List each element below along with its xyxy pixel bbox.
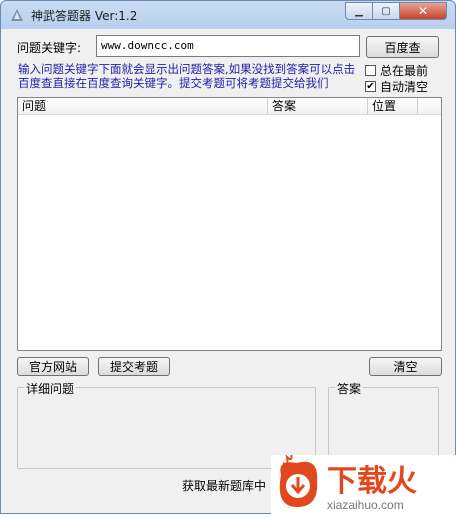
table-header: 问题 答案 位置 (18, 98, 441, 115)
official-site-button[interactable]: 官方网站 (17, 357, 89, 376)
auto-clear-checkbox[interactable]: ✔ 自动清空 (365, 78, 428, 95)
watermark-logo: 下载火 xiazaihuo.com (271, 452, 456, 515)
clear-button[interactable]: 清空 (369, 357, 442, 376)
window-title: 神武答题器 Ver:1.2 (31, 9, 138, 23)
svg-text:下载火: 下载火 (327, 465, 417, 498)
maximize-button[interactable]: ▢ (372, 2, 400, 20)
keyword-label: 问题关键字: (17, 41, 82, 55)
close-button[interactable]: ✕ (399, 2, 447, 20)
hint-text: 输入问题关键字下面就会显示出问题答案,如果没找到答案可以点击百度查直接在百度查询… (18, 62, 356, 90)
auto-clear-box[interactable]: ✔ (365, 81, 376, 92)
app-icon (11, 9, 23, 21)
detail-answer-title: 答案 (335, 380, 364, 397)
title-bar[interactable]: 神武答题器 Ver:1.2 ▁ ▢ ✕ (1, 1, 455, 29)
always-on-top-checkbox[interactable]: 总在最前 (365, 62, 428, 79)
close-icon: ✕ (417, 4, 429, 18)
status-text: 获取最新题库中 (182, 479, 267, 493)
column-header-position[interactable]: 位置 (368, 98, 418, 114)
submit-question-button[interactable]: 提交考题 (98, 357, 170, 376)
maximize-icon: ▢ (381, 5, 391, 17)
flame-logo-icon: 下载火 xiazaihuo.com (279, 452, 417, 512)
column-header-question[interactable]: 问题 (18, 98, 268, 114)
column-header-answer[interactable]: 答案 (268, 98, 368, 114)
baidu-search-button[interactable]: 百度查 (366, 36, 439, 58)
minimize-button[interactable]: ▁ (345, 2, 373, 20)
keyword-input[interactable]: www.downcc.com (96, 35, 360, 57)
always-on-top-box[interactable] (365, 65, 376, 76)
auto-clear-label: 自动清空 (380, 80, 429, 94)
minimize-icon: ▁ (355, 5, 363, 17)
svg-text:xiazaihuo.com: xiazaihuo.com (327, 498, 404, 512)
always-on-top-label: 总在最前 (380, 64, 429, 78)
results-table[interactable]: 问题 答案 位置 (17, 97, 442, 351)
detail-question-title: 详细问题 (24, 380, 77, 397)
checkmark-icon: ✔ (366, 80, 375, 92)
main-panel: 问题关键字: www.downcc.com 百度查 输入问题关键字下面就会显示出… (8, 29, 448, 507)
app-window: 神武答题器 Ver:1.2 ▁ ▢ ✕ 问题关键字: www.downcc.co… (0, 0, 456, 515)
